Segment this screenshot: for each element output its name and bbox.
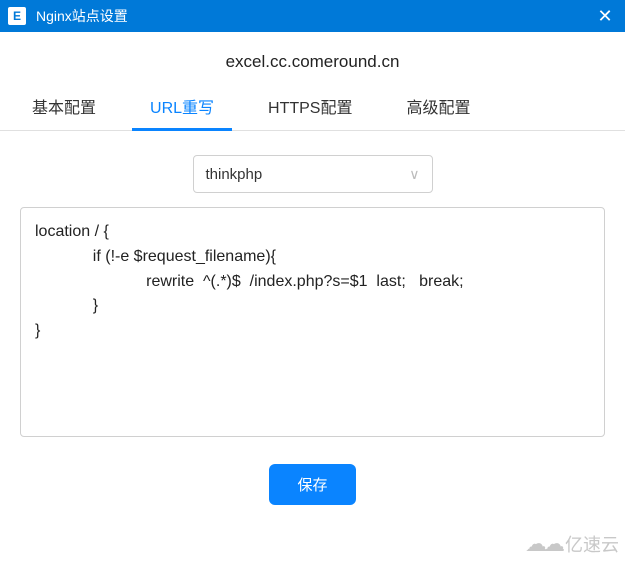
site-domain: excel.cc.comeround.cn	[0, 32, 625, 84]
watermark-text: 亿速云	[565, 531, 619, 557]
rewrite-rules-textarea[interactable]	[20, 207, 605, 437]
tab-advanced[interactable]: 高级配置	[388, 84, 488, 130]
tab-basic[interactable]: 基本配置	[14, 84, 114, 130]
chevron-down-icon: ∨	[409, 166, 419, 183]
tab-bar: 基本配置 URL重写 HTTPS配置 高级配置	[0, 84, 625, 131]
cloud-icon: ☁☁	[525, 531, 561, 557]
watermark: ☁☁ 亿速云	[525, 531, 619, 557]
tab-https[interactable]: HTTPS配置	[250, 84, 370, 130]
window-title: Nginx站点设置	[36, 6, 585, 26]
rewrite-template-select[interactable]: thinkphp ∨	[193, 155, 433, 193]
select-value: thinkphp	[206, 166, 410, 183]
close-icon[interactable]: ✕	[585, 0, 625, 32]
titlebar: E Nginx站点设置 ✕	[0, 0, 625, 32]
tab-url-rewrite[interactable]: URL重写	[132, 84, 232, 130]
app-icon: E	[8, 7, 26, 25]
save-button[interactable]: 保存	[269, 464, 355, 505]
